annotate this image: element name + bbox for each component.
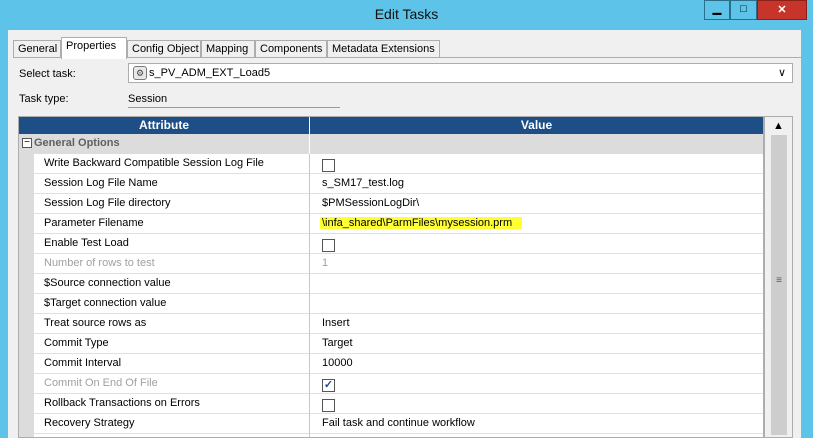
table-row[interactable]: Parameter Filename \infa_shared\ParmFiles… (34, 214, 763, 234)
table-row[interactable]: Rollback Transactions on Errors (34, 394, 763, 414)
attribute-cell: Enable Test Load (44, 237, 129, 249)
highlighted-value[interactable]: \infa_shared\ParmFiles\mysession.prm (320, 217, 523, 229)
close-button[interactable]: ✕ (757, 0, 807, 20)
value-cell[interactable]: 10000 (322, 357, 353, 369)
value-cell[interactable]: Insert (322, 317, 350, 329)
tab-general[interactable]: General (13, 40, 61, 58)
table-row[interactable]: $Target connection value (34, 294, 763, 314)
collapse-icon[interactable]: − (22, 138, 32, 148)
maximize-icon: □ (740, 3, 747, 15)
table-row[interactable]: Treat source rows as Insert (34, 314, 763, 334)
tab-metadata-extensions[interactable]: Metadata Extensions (327, 40, 440, 58)
attribute-cell: Session Log File Name (44, 177, 158, 189)
table-row[interactable]: Commit On End Of File ✓ (34, 374, 763, 394)
attribute-cell: Write Backward Compatible Session Log Fi… (44, 157, 264, 169)
close-icon: ✕ (777, 4, 787, 16)
row-divider (34, 433, 763, 434)
group-title: General Options (34, 137, 120, 149)
group-header-general-options[interactable]: − General Options (19, 134, 763, 154)
scroll-up-icon[interactable]: ▲ (765, 117, 792, 135)
table-row[interactable]: $Source connection value (34, 274, 763, 294)
attribute-cell: Treat source rows as (44, 317, 147, 329)
tab-components[interactable]: Components (255, 40, 327, 58)
chevron-down-icon[interactable]: ∨ (778, 66, 786, 79)
value-column-header[interactable]: Value (310, 117, 763, 134)
checkbox[interactable] (322, 239, 335, 252)
value-cell[interactable]: Target (322, 337, 353, 349)
dialog-client-area: General Properties Config Object Mapping Com… (8, 30, 805, 438)
cell-separator (309, 154, 310, 437)
value-cell[interactable]: \infa_shared\ParmFiles\mysession.prm (320, 217, 523, 229)
tab-properties[interactable]: Properties (61, 37, 127, 59)
attribute-cell: $Source connection value (44, 277, 171, 289)
value-cell: 1 (322, 257, 329, 269)
table-row[interactable]: Session Log File Name s_SM17_test.log (34, 174, 763, 194)
table-row[interactable]: Session Log File directory $PMSessionLogD… (34, 194, 763, 214)
title-bar: Edit Tasks ▁ □ ✕ (0, 0, 813, 30)
task-type-value: Session (128, 93, 168, 105)
attribute-cell: Number of rows to test (44, 257, 155, 269)
vertical-scrollbar[interactable]: ▲ ≡ (764, 116, 793, 438)
window-frame-right (801, 30, 805, 438)
attribute-cell: Recovery Strategy (44, 417, 135, 429)
minimize-icon: ▁ (712, 3, 722, 15)
task-type-field: Session (128, 93, 340, 108)
grip-icon: ≡ (776, 275, 782, 286)
select-task-value: s_PV_ADM_EXT_Load5 (149, 67, 271, 79)
attribute-cell: Commit Type (44, 337, 109, 349)
scroll-thumb[interactable]: ≡ (771, 135, 787, 435)
attribute-cell: Rollback Transactions on Errors (44, 397, 200, 409)
attribute-column-header[interactable]: Attribute (19, 117, 309, 134)
task-type-label: Task type: (19, 93, 69, 105)
select-task-label: Select task: (19, 68, 76, 80)
checkbox[interactable] (322, 159, 335, 172)
attribute-cell: Session Log File directory (44, 197, 171, 209)
table-row[interactable]: Write Backward Compatible Session Log Fi… (34, 154, 763, 174)
table-row[interactable]: Commit Interval 10000 (34, 354, 763, 374)
properties-grid: Attribute Value − General Options Write … (18, 116, 764, 438)
checkbox[interactable] (322, 399, 335, 412)
checkbox: ✓ (322, 379, 335, 392)
table-row[interactable]: Number of rows to test 1 (34, 254, 763, 274)
tab-config-object[interactable]: Config Object (127, 40, 201, 58)
window-title: Edit Tasks (374, 6, 439, 22)
table-row[interactable]: Commit Type Target (34, 334, 763, 354)
maximize-button[interactable]: □ (730, 0, 757, 20)
gear-icon: ⚙ (133, 66, 147, 80)
table-row[interactable]: Recovery Strategy Fail task and continue … (34, 414, 763, 434)
attribute-cell: Commit Interval (44, 357, 122, 369)
value-cell[interactable]: Fail task and continue workflow (322, 417, 475, 429)
minimize-button[interactable]: ▁ (704, 0, 730, 20)
attribute-cell: Commit On End Of File (44, 377, 158, 389)
attribute-cell: $Target connection value (44, 297, 167, 309)
value-cell[interactable]: $PMSessionLogDir\ (322, 197, 419, 209)
value-cell[interactable]: s_SM17_test.log (322, 177, 404, 189)
tab-divider (13, 57, 801, 58)
tab-mapping[interactable]: Mapping (201, 40, 255, 58)
attribute-cell: Parameter Filename (44, 217, 144, 229)
table-row[interactable]: Enable Test Load (34, 234, 763, 254)
select-task-dropdown[interactable]: ⚙ s_PV_ADM_EXT_Load5 ∨ (128, 63, 793, 83)
row-gutter (19, 154, 34, 437)
